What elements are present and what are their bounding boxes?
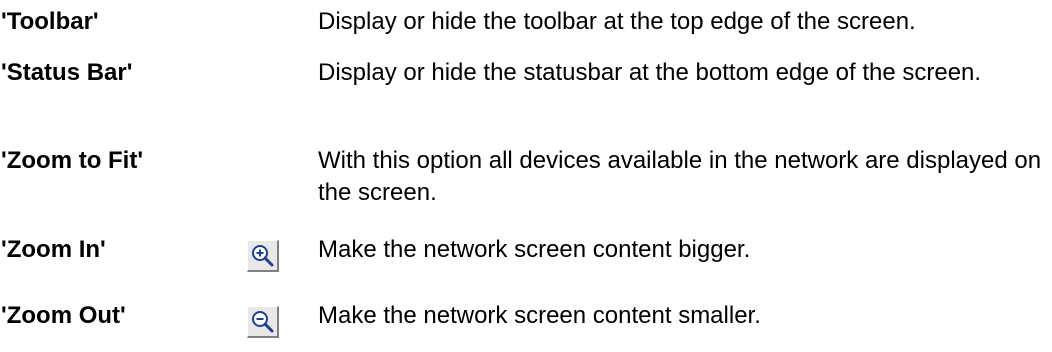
term-status-bar: 'Status Bar' [1,59,133,86]
term-zoom-in: 'Zoom In' [1,236,106,263]
description-toolbar: Display or hide the toolbar at the top e… [318,8,916,35]
zoom-out-button[interactable] [247,306,279,338]
description-zoom-in: Make the network screen content bigger. [318,236,751,263]
term-toolbar: 'Toolbar' [1,8,99,35]
description-status-bar: Display or hide the statusbar at the bot… [318,59,982,86]
term-zoom-out: 'Zoom Out' [1,302,126,329]
term-zoom-to-fit: 'Zoom to Fit' [1,147,144,174]
zoom-in-button[interactable] [247,240,279,272]
description-zoom-out: Make the network screen content smaller. [318,302,761,329]
description-zoom-to-fit: With this option all devices available i… [318,147,1042,206]
zoom-out-icon [252,311,274,333]
zoom-in-icon [252,245,274,267]
